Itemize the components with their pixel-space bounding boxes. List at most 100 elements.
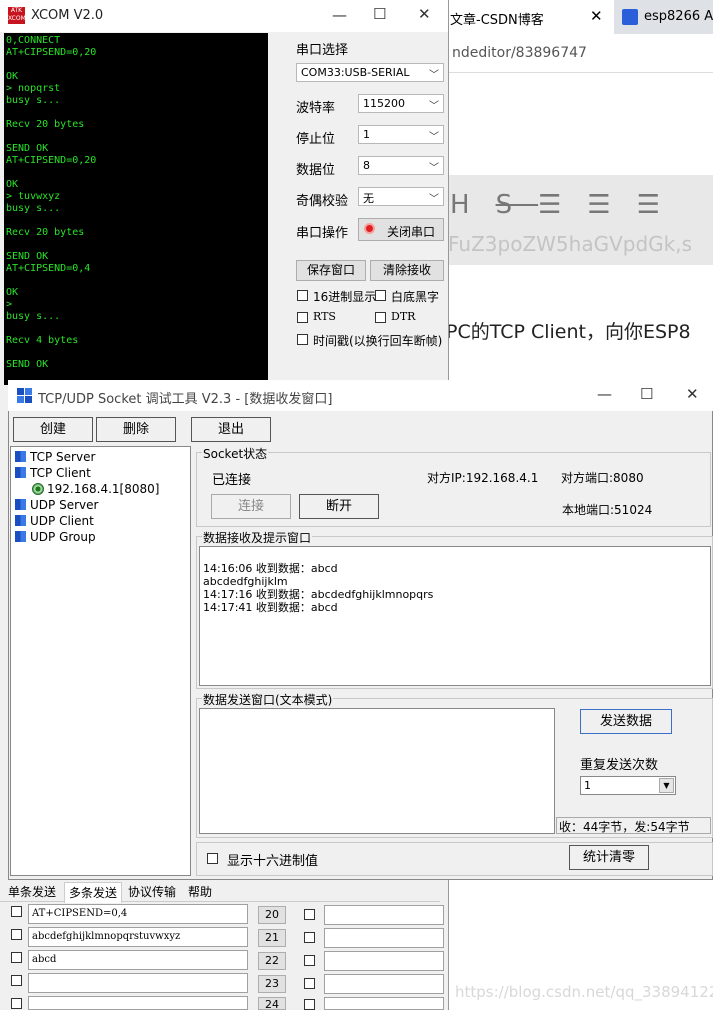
connect-button[interactable]: 连接 [211,494,291,519]
xcom-title: XCOM V2.0 [31,8,104,23]
strikethrough-icon[interactable]: S [496,190,539,220]
tab-single-send[interactable]: 单条发送 [4,882,60,902]
multi-send-checkbox[interactable] [11,975,22,986]
multi-send-number-button[interactable]: 22 [258,952,286,970]
multi-send-text-col2[interactable] [324,905,444,925]
network-icon [15,515,26,526]
tcp-window-title: TCP/UDP Socket 调试工具 V2.3 - [数据收发窗口] [38,392,333,407]
tab-protocol[interactable]: 协议传输 [124,882,180,902]
editor-toolbar-icons[interactable]: HS☰☰☰ [450,190,686,220]
tab-multi-send[interactable]: 多条发送 [64,882,123,903]
recv-text-area[interactable]: 14:16:06 收到数据：abcd abcdedfghijklm 14:17:… [199,546,711,686]
rts-checkbox[interactable] [297,312,308,323]
multi-send-number-button[interactable]: 23 [258,975,286,993]
close-icon[interactable]: ✕ [418,5,431,23]
close-port-button[interactable]: 关闭串口 [358,218,444,241]
address-bar[interactable]: ndeditor/83896747 [440,34,713,73]
browser-tab-esp[interactable]: esp8266 APC [618,0,713,34]
multi-send-number-button[interactable]: 24 [258,997,286,1011]
unordered-list-icon[interactable]: ☰ [538,190,587,220]
close-tab-icon[interactable]: ✕ [590,7,603,25]
terminal-line: busy s... [6,95,61,106]
timestamp-checkbox[interactable] [297,334,308,345]
multi-send-checkbox[interactable] [11,952,22,963]
multi-send-text[interactable]: abcd [28,950,248,970]
network-icon [15,499,26,510]
multi-send-text-col2[interactable] [324,951,444,971]
terminal-line: AT+CIPSEND=0,4 [6,263,91,274]
minimize-icon[interactable]: — [332,6,347,24]
serial-terminal-output[interactable]: 0,CONNECT AT+CIPSEND=0,20 OK > nopqrst busy … [4,33,268,385]
browser-tab-csdn[interactable]: 文章-CSDN博客 ✕ [448,0,614,34]
tree-item-udp-client[interactable]: UDP Client [15,514,94,528]
create-button[interactable]: 创建 [13,417,93,442]
terminal-line: 0,CONNECT [6,35,61,46]
hex-value-checkbox[interactable] [207,853,218,864]
send-data-button[interactable]: 发送数据 [580,709,672,734]
multi-send-text[interactable] [28,973,248,993]
tab-help[interactable]: 帮助 [184,882,216,902]
chevron-down-icon: ﹀ [429,132,439,143]
terminal-line: Recv 4 bytes [6,335,79,346]
multi-send-checkbox[interactable] [304,978,315,989]
ordered-list-icon[interactable]: ☰ [587,190,636,220]
port-select[interactable]: COM33:USB-SERIAL ﹀ [296,63,444,82]
minimize-icon[interactable]: — [597,385,612,403]
tree-item-tcp-client[interactable]: TCP Client [15,466,91,480]
close-icon[interactable]: ✕ [686,385,699,403]
parity-select[interactable]: 无 ﹀ [358,187,444,206]
baud-value: 115200 [363,97,405,110]
watermark: https://blog.csdn.net/qq_33894122 [455,983,713,1001]
tree-item-tcp-server[interactable]: TCP Server [15,450,95,464]
maximize-icon[interactable]: ☐ [640,385,653,403]
multi-send-number-button[interactable]: 20 [258,906,286,924]
clear-stats-button[interactable]: 统计清零 [569,845,649,870]
multi-send-checkbox[interactable] [11,998,22,1009]
multi-send-text[interactable]: AT+CIPSEND=0,4 [28,904,248,924]
databit-select[interactable]: 8 ﹀ [358,156,444,175]
multi-send-text-col2[interactable] [324,974,444,994]
disconnect-button[interactable]: 断开 [299,494,379,519]
multi-send-checkbox[interactable] [304,955,315,966]
tree-item-udp-group[interactable]: UDP Group [15,530,96,544]
multi-send-text-col2[interactable] [324,997,444,1010]
terminal-scrollbar[interactable] [268,33,285,385]
exit-button[interactable]: 退出 [191,417,271,442]
multi-send-text[interactable] [28,996,248,1010]
port-select-value: COM33:USB-SERIAL [301,66,410,79]
tree-item-label: UDP Server [30,498,99,512]
terminal-line: AT+CIPSEND=0,20 [6,47,97,58]
baud-select[interactable]: 115200 ﹀ [358,94,444,113]
close-port-label: 关闭串口 [387,225,436,239]
stopbit-select[interactable]: 1 ﹀ [358,125,444,144]
chevron-down-icon: ﹀ [429,101,439,112]
network-icon [15,467,26,478]
tree-item-udp-server[interactable]: UDP Server [15,498,98,512]
tree-item-client-node[interactable]: 192.168.4.1[8080] [32,482,159,496]
multi-send-checkbox[interactable] [11,906,22,917]
recv-title: 数据接收及提示窗口 [202,529,313,546]
repeat-count-select[interactable]: 1 ▼ [580,776,676,795]
checklist-icon[interactable]: ☰ [637,190,686,220]
white-bg-checkbox[interactable] [375,290,386,301]
multi-send-checkbox[interactable] [11,929,22,940]
maximize-icon[interactable]: ☐ [373,5,386,23]
clear-recv-button[interactable]: 清除接收 [370,260,444,281]
heading-icon[interactable]: H [450,190,496,220]
multi-send-number-button[interactable]: 21 [258,929,286,947]
delete-button[interactable]: 删除 [96,417,176,442]
multi-send-checkbox[interactable] [304,909,315,920]
dtr-checkbox[interactable] [375,312,386,323]
save-window-button[interactable]: 保存窗口 [296,260,366,281]
multi-send-text[interactable]: abcdefghijklmnopqrstuvwxyz [28,927,248,947]
multi-send-text-col2[interactable] [324,928,444,948]
multi-send-checkbox[interactable] [304,999,315,1010]
hex-display-checkbox[interactable] [297,290,308,301]
send-text-area[interactable] [199,708,555,834]
terminal-line: Recv 20 bytes [6,119,85,130]
recv-line: 14:17:41 收到数据：abcd [203,601,338,614]
peer-ip: 对方IP:192.168.4.1 [427,471,539,485]
multi-send-checkbox[interactable] [304,932,315,943]
